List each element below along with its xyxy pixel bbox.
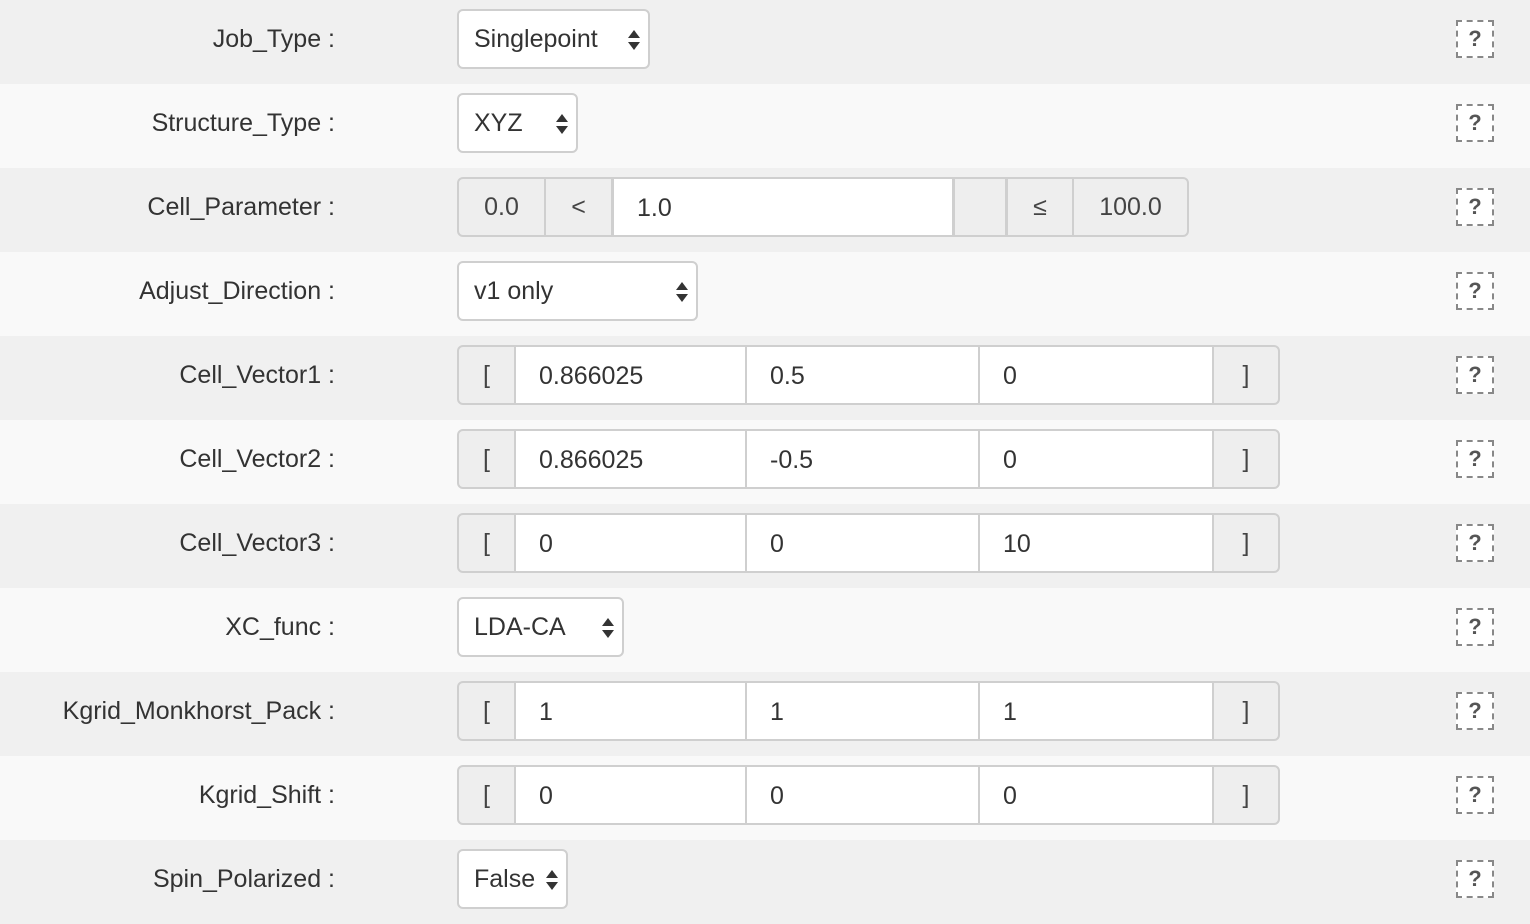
xc-func-select[interactable]: LDA-CA <box>457 597 624 657</box>
cell-vector1-z-input[interactable]: 0 <box>978 345 1214 405</box>
close-bracket: ] <box>1212 765 1280 825</box>
spacer-addon <box>953 177 1007 237</box>
kgrid-monkhorst-pack-label: Kgrid_Monkhorst_Pack : <box>62 697 335 725</box>
help-icon[interactable]: ? <box>1456 860 1494 898</box>
cell-vector1-label: Cell_Vector1 : <box>179 361 335 389</box>
row-kgrid-shift: Kgrid_Shift : [ 0 0 0 ] ? <box>0 756 1530 840</box>
row-cell-vector1: Cell_Vector1 : [ 0.866025 0.5 0 ] ? <box>0 336 1530 420</box>
cell-vector3-y-input[interactable]: 0 <box>745 513 980 573</box>
cell-vector1-y-input[interactable]: 0.5 <box>745 345 980 405</box>
xc-func-label: XC_func : <box>225 613 335 641</box>
close-bracket: ] <box>1212 345 1280 405</box>
cell-vector2-z-input[interactable]: 0 <box>978 429 1214 489</box>
kgrid-shift-y-input[interactable]: 0 <box>745 765 980 825</box>
help-icon[interactable]: ? <box>1456 524 1494 562</box>
row-cell-vector2: Cell_Vector2 : [ 0.866025 -0.5 0 ] ? <box>0 420 1530 504</box>
structure-type-label: Structure_Type : <box>151 109 335 137</box>
row-cell-parameter: Cell_Parameter : 0.0 < 1.0 ≤ 100.0 ? <box>0 168 1530 252</box>
cell-vector2-y-input[interactable]: -0.5 <box>745 429 980 489</box>
select-arrows-icon <box>556 112 568 136</box>
open-bracket: [ <box>457 345 516 405</box>
structure-type-select[interactable]: XYZ <box>457 93 578 153</box>
kgrid-z-input[interactable]: 1 <box>978 681 1214 741</box>
less-than-addon: < <box>544 177 613 237</box>
max-value-addon: 100.0 <box>1072 177 1189 237</box>
spin-polarized-label: Spin_Polarized : <box>152 865 335 893</box>
close-bracket: ] <box>1212 513 1280 573</box>
help-icon[interactable]: ? <box>1456 608 1494 646</box>
row-spin-polarized: Spin_Polarized : False ? <box>0 840 1530 924</box>
kgrid-x-input[interactable]: 1 <box>514 681 747 741</box>
row-cell-vector3: Cell_Vector3 : [ 0 0 10 ] ? <box>0 504 1530 588</box>
help-icon[interactable]: ? <box>1456 356 1494 394</box>
row-job-type: Job_Type : Singlepoint ? <box>0 0 1530 84</box>
cell-vector2-x-input[interactable]: 0.866025 <box>514 429 747 489</box>
close-bracket: ] <box>1212 429 1280 489</box>
close-bracket: ] <box>1212 681 1280 741</box>
xc-func-value: LDA-CA <box>474 613 566 641</box>
spin-polarized-select[interactable]: False <box>457 849 568 909</box>
row-adjust-direction: Adjust_Direction : v1 only ? <box>0 252 1530 336</box>
job-type-value: Singlepoint <box>474 25 598 53</box>
open-bracket: [ <box>457 765 516 825</box>
help-icon[interactable]: ? <box>1456 776 1494 814</box>
adjust-direction-label: Adjust_Direction : <box>139 277 335 305</box>
less-equal-addon: ≤ <box>1006 177 1074 237</box>
help-icon[interactable]: ? <box>1456 104 1494 142</box>
cell-vector1-x-input[interactable]: 0.866025 <box>514 345 747 405</box>
min-value-addon: 0.0 <box>457 177 546 237</box>
row-structure-type: Structure_Type : XYZ ? <box>0 84 1530 168</box>
select-arrows-icon <box>546 868 558 892</box>
open-bracket: [ <box>457 429 516 489</box>
row-xc-func: XC_func : LDA-CA ? <box>0 588 1530 672</box>
cell-parameter-label: Cell_Parameter : <box>147 193 335 221</box>
spin-polarized-value: False <box>474 865 536 893</box>
structure-type-value: XYZ <box>474 109 523 137</box>
open-bracket: [ <box>457 513 516 573</box>
kgrid-shift-z-input[interactable]: 0 <box>978 765 1214 825</box>
cell-parameter-input[interactable]: 1.0 <box>612 177 954 237</box>
help-icon[interactable]: ? <box>1456 20 1494 58</box>
kgrid-y-input[interactable]: 1 <box>745 681 980 741</box>
help-icon[interactable]: ? <box>1456 188 1494 226</box>
help-icon[interactable]: ? <box>1456 692 1494 730</box>
adjust-direction-select[interactable]: v1 only <box>457 261 698 321</box>
row-kgrid-monkhorst-pack: Kgrid_Monkhorst_Pack : [ 1 1 1 ] ? <box>0 672 1530 756</box>
cell-vector3-z-input[interactable]: 10 <box>978 513 1214 573</box>
help-icon[interactable]: ? <box>1456 440 1494 478</box>
cell-vector2-label: Cell_Vector2 : <box>179 445 335 473</box>
kgrid-shift-label: Kgrid_Shift : <box>198 781 335 809</box>
cell-vector3-label: Cell_Vector3 : <box>179 529 335 557</box>
help-icon[interactable]: ? <box>1456 272 1494 310</box>
select-arrows-icon <box>676 280 688 304</box>
cell-vector3-x-input[interactable]: 0 <box>514 513 747 573</box>
open-bracket: [ <box>457 681 516 741</box>
select-arrows-icon <box>628 28 640 52</box>
adjust-direction-value: v1 only <box>474 277 554 305</box>
job-type-label: Job_Type : <box>212 25 335 53</box>
kgrid-shift-x-input[interactable]: 0 <box>514 765 747 825</box>
job-type-select[interactable]: Singlepoint <box>457 9 650 69</box>
select-arrows-icon <box>602 616 614 640</box>
